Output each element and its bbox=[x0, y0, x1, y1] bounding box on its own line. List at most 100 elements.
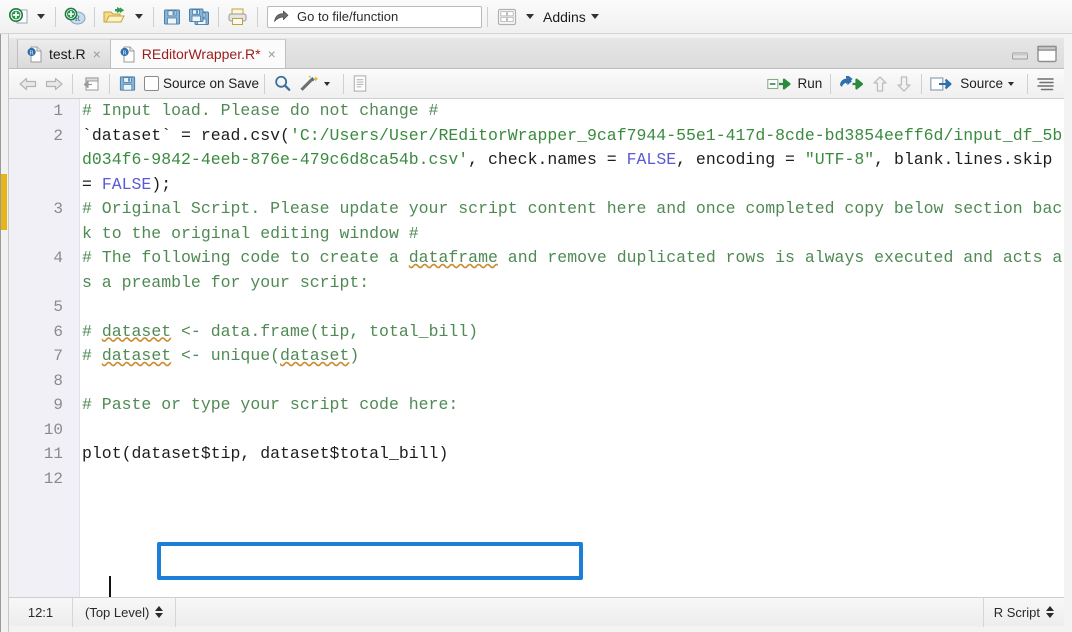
code-line[interactable]: 8 bbox=[9, 369, 1064, 394]
code-line-text[interactable] bbox=[71, 467, 1064, 492]
tab-test-r[interactable]: R test.R × bbox=[17, 39, 111, 68]
minimize-pane-icon[interactable] bbox=[1010, 46, 1030, 62]
svg-text:R: R bbox=[122, 50, 126, 56]
code-line-text[interactable]: # dataset <- unique(dataset) bbox=[71, 344, 1064, 369]
code-line[interactable]: 11 plot(dataset$tip, dataset$total_bill) bbox=[9, 442, 1064, 467]
new-project-button[interactable]: R bbox=[61, 4, 89, 30]
code-line-text[interactable]: # Input load. Please do not change # bbox=[71, 99, 1064, 124]
addins-button[interactable]: Addins bbox=[543, 9, 586, 25]
find-replace-button[interactable] bbox=[270, 71, 295, 97]
code-token: ) bbox=[349, 346, 360, 365]
code-token: # bbox=[82, 321, 102, 341]
forward-arrow-icon bbox=[45, 77, 63, 90]
back-button[interactable] bbox=[15, 71, 41, 97]
previous-chunk-button[interactable] bbox=[868, 71, 892, 97]
code-line[interactable]: 9 # Paste or type your script code here: bbox=[9, 393, 1064, 418]
code-line-text[interactable] bbox=[71, 369, 1064, 394]
code-line[interactable]: 3 # Original Script. Please update your s… bbox=[9, 197, 1064, 246]
save-all-icon bbox=[189, 8, 209, 25]
code-token: # The following code to create a bbox=[82, 248, 409, 267]
code-token: # Paste or type your script code here: bbox=[82, 395, 459, 414]
rerun-previous-button[interactable] bbox=[836, 71, 868, 97]
source-on-save-label[interactable]: Source on Save bbox=[163, 76, 259, 91]
code-line-text[interactable]: # The following code to create a datafra… bbox=[71, 246, 1064, 295]
line-number: 12 bbox=[43, 469, 63, 488]
r-script-file-icon: R bbox=[27, 46, 42, 62]
code-lines[interactable]: 1 # Input load. Please do not change # 2 `d… bbox=[9, 99, 1064, 597]
goto-file-function-input[interactable]: Go to file/function bbox=[267, 5, 482, 28]
code-token: dataset bbox=[280, 346, 350, 365]
source-on-save-checkbox[interactable] bbox=[144, 76, 159, 91]
forward-button[interactable] bbox=[41, 71, 67, 97]
source-button[interactable]: Source bbox=[927, 71, 1022, 97]
open-file-dropdown-icon[interactable] bbox=[135, 14, 143, 19]
code-tools-button[interactable] bbox=[295, 71, 338, 97]
line-number: 11 bbox=[43, 445, 63, 463]
tab-close-icon[interactable]: × bbox=[93, 47, 101, 61]
tab-reditorwrapper-r[interactable]: R REditorWrapper.R* × bbox=[110, 39, 286, 68]
code-token: , check.names = bbox=[468, 150, 627, 169]
file-type-selector[interactable]: R Script bbox=[982, 597, 1064, 627]
goto-arrow-icon bbox=[274, 10, 289, 22]
document-outline-button[interactable] bbox=[1033, 71, 1058, 97]
tab-close-icon[interactable]: × bbox=[268, 47, 276, 61]
pane-layout-dropdown-icon[interactable] bbox=[526, 14, 534, 19]
svg-text:R: R bbox=[30, 50, 34, 56]
code-line[interactable]: 2 `dataset` = read.csv('C:/Users/User/REd… bbox=[9, 124, 1064, 198]
code-line-text[interactable]: # Paste or type your script code here: bbox=[71, 393, 1064, 418]
document-outline-icon bbox=[1037, 77, 1054, 90]
code-line[interactable]: 12 bbox=[9, 467, 1064, 492]
code-token: # Input load. Please do not change # bbox=[82, 101, 439, 120]
code-line[interactable]: 6 # dataset <- data.frame(tip, total_bill… bbox=[9, 320, 1064, 345]
open-file-button[interactable] bbox=[100, 4, 130, 30]
editor-toolbar: Source on Save Run Source bbox=[9, 69, 1064, 99]
code-token: dataset bbox=[101, 321, 172, 341]
code-line-text[interactable]: # Original Script. Please update your sc… bbox=[71, 197, 1064, 246]
code-token: `dataset` = read.csv( bbox=[82, 125, 290, 145]
code-line-text[interactable]: # dataset <- data.frame(tip, total_bill) bbox=[71, 320, 1064, 345]
save-all-button[interactable] bbox=[185, 4, 213, 30]
scope-selector[interactable]: (Top Level) bbox=[73, 597, 177, 627]
code-line[interactable]: 1 # Input load. Please do not change # bbox=[9, 99, 1064, 124]
code-editor[interactable]: 1 # Input load. Please do not change # 2 `d… bbox=[9, 99, 1064, 597]
run-label[interactable]: Run bbox=[797, 76, 822, 91]
new-file-button[interactable] bbox=[6, 4, 32, 30]
source-tab-bar: R test.R × R REditorWrapper.R* × bbox=[9, 38, 1064, 69]
code-tools-dropdown-icon[interactable] bbox=[324, 81, 331, 86]
code-line-text[interactable]: plot(dataset$tip, dataset$total_bill) bbox=[71, 442, 1064, 467]
save-document-button[interactable] bbox=[115, 71, 140, 97]
code-line[interactable]: 5 bbox=[9, 295, 1064, 320]
pane-layout-button[interactable] bbox=[493, 4, 521, 30]
open-folder-icon bbox=[103, 6, 125, 22]
source-label[interactable]: Source bbox=[960, 76, 1003, 91]
addins-dropdown-icon[interactable] bbox=[590, 14, 599, 19]
new-file-dropdown-icon[interactable] bbox=[37, 14, 45, 19]
code-line[interactable]: 7 # dataset <- unique(dataset) bbox=[9, 344, 1064, 369]
pane-resize-marker[interactable] bbox=[0, 174, 7, 230]
print-button[interactable] bbox=[224, 4, 252, 30]
scope-label: (Top Level) bbox=[85, 604, 150, 620]
code-line[interactable]: 10 bbox=[9, 418, 1064, 443]
run-button[interactable]: Run bbox=[764, 71, 825, 97]
code-line[interactable]: 4 # The following code to create a datafr… bbox=[9, 246, 1064, 295]
line-number: 4 bbox=[53, 249, 63, 267]
code-line-text[interactable] bbox=[71, 418, 1064, 443]
maximize-pane-icon[interactable] bbox=[1036, 45, 1058, 63]
toolbar-separator bbox=[94, 6, 95, 27]
source-icon bbox=[930, 76, 952, 91]
code-line-text[interactable] bbox=[71, 295, 1064, 320]
new-r-project-icon: R bbox=[64, 7, 86, 24]
code-token: <- data.frame(tip, total_bill) bbox=[171, 321, 479, 341]
pane-layout-icon bbox=[497, 8, 517, 25]
show-in-new-window-button[interactable] bbox=[78, 71, 104, 97]
show-in-new-window-icon bbox=[83, 76, 99, 91]
search-icon bbox=[275, 75, 291, 92]
toolbar-separator bbox=[343, 73, 345, 94]
compile-report-button[interactable] bbox=[349, 71, 371, 97]
tab-label: test.R bbox=[49, 46, 86, 62]
next-chunk-button[interactable] bbox=[892, 71, 916, 97]
code-line-text[interactable]: `dataset` = read.csv('C:/Users/User/REdi… bbox=[71, 124, 1064, 198]
up-arrow-icon bbox=[873, 75, 887, 92]
save-button[interactable] bbox=[159, 4, 185, 30]
source-dropdown-icon[interactable] bbox=[1008, 81, 1014, 86]
